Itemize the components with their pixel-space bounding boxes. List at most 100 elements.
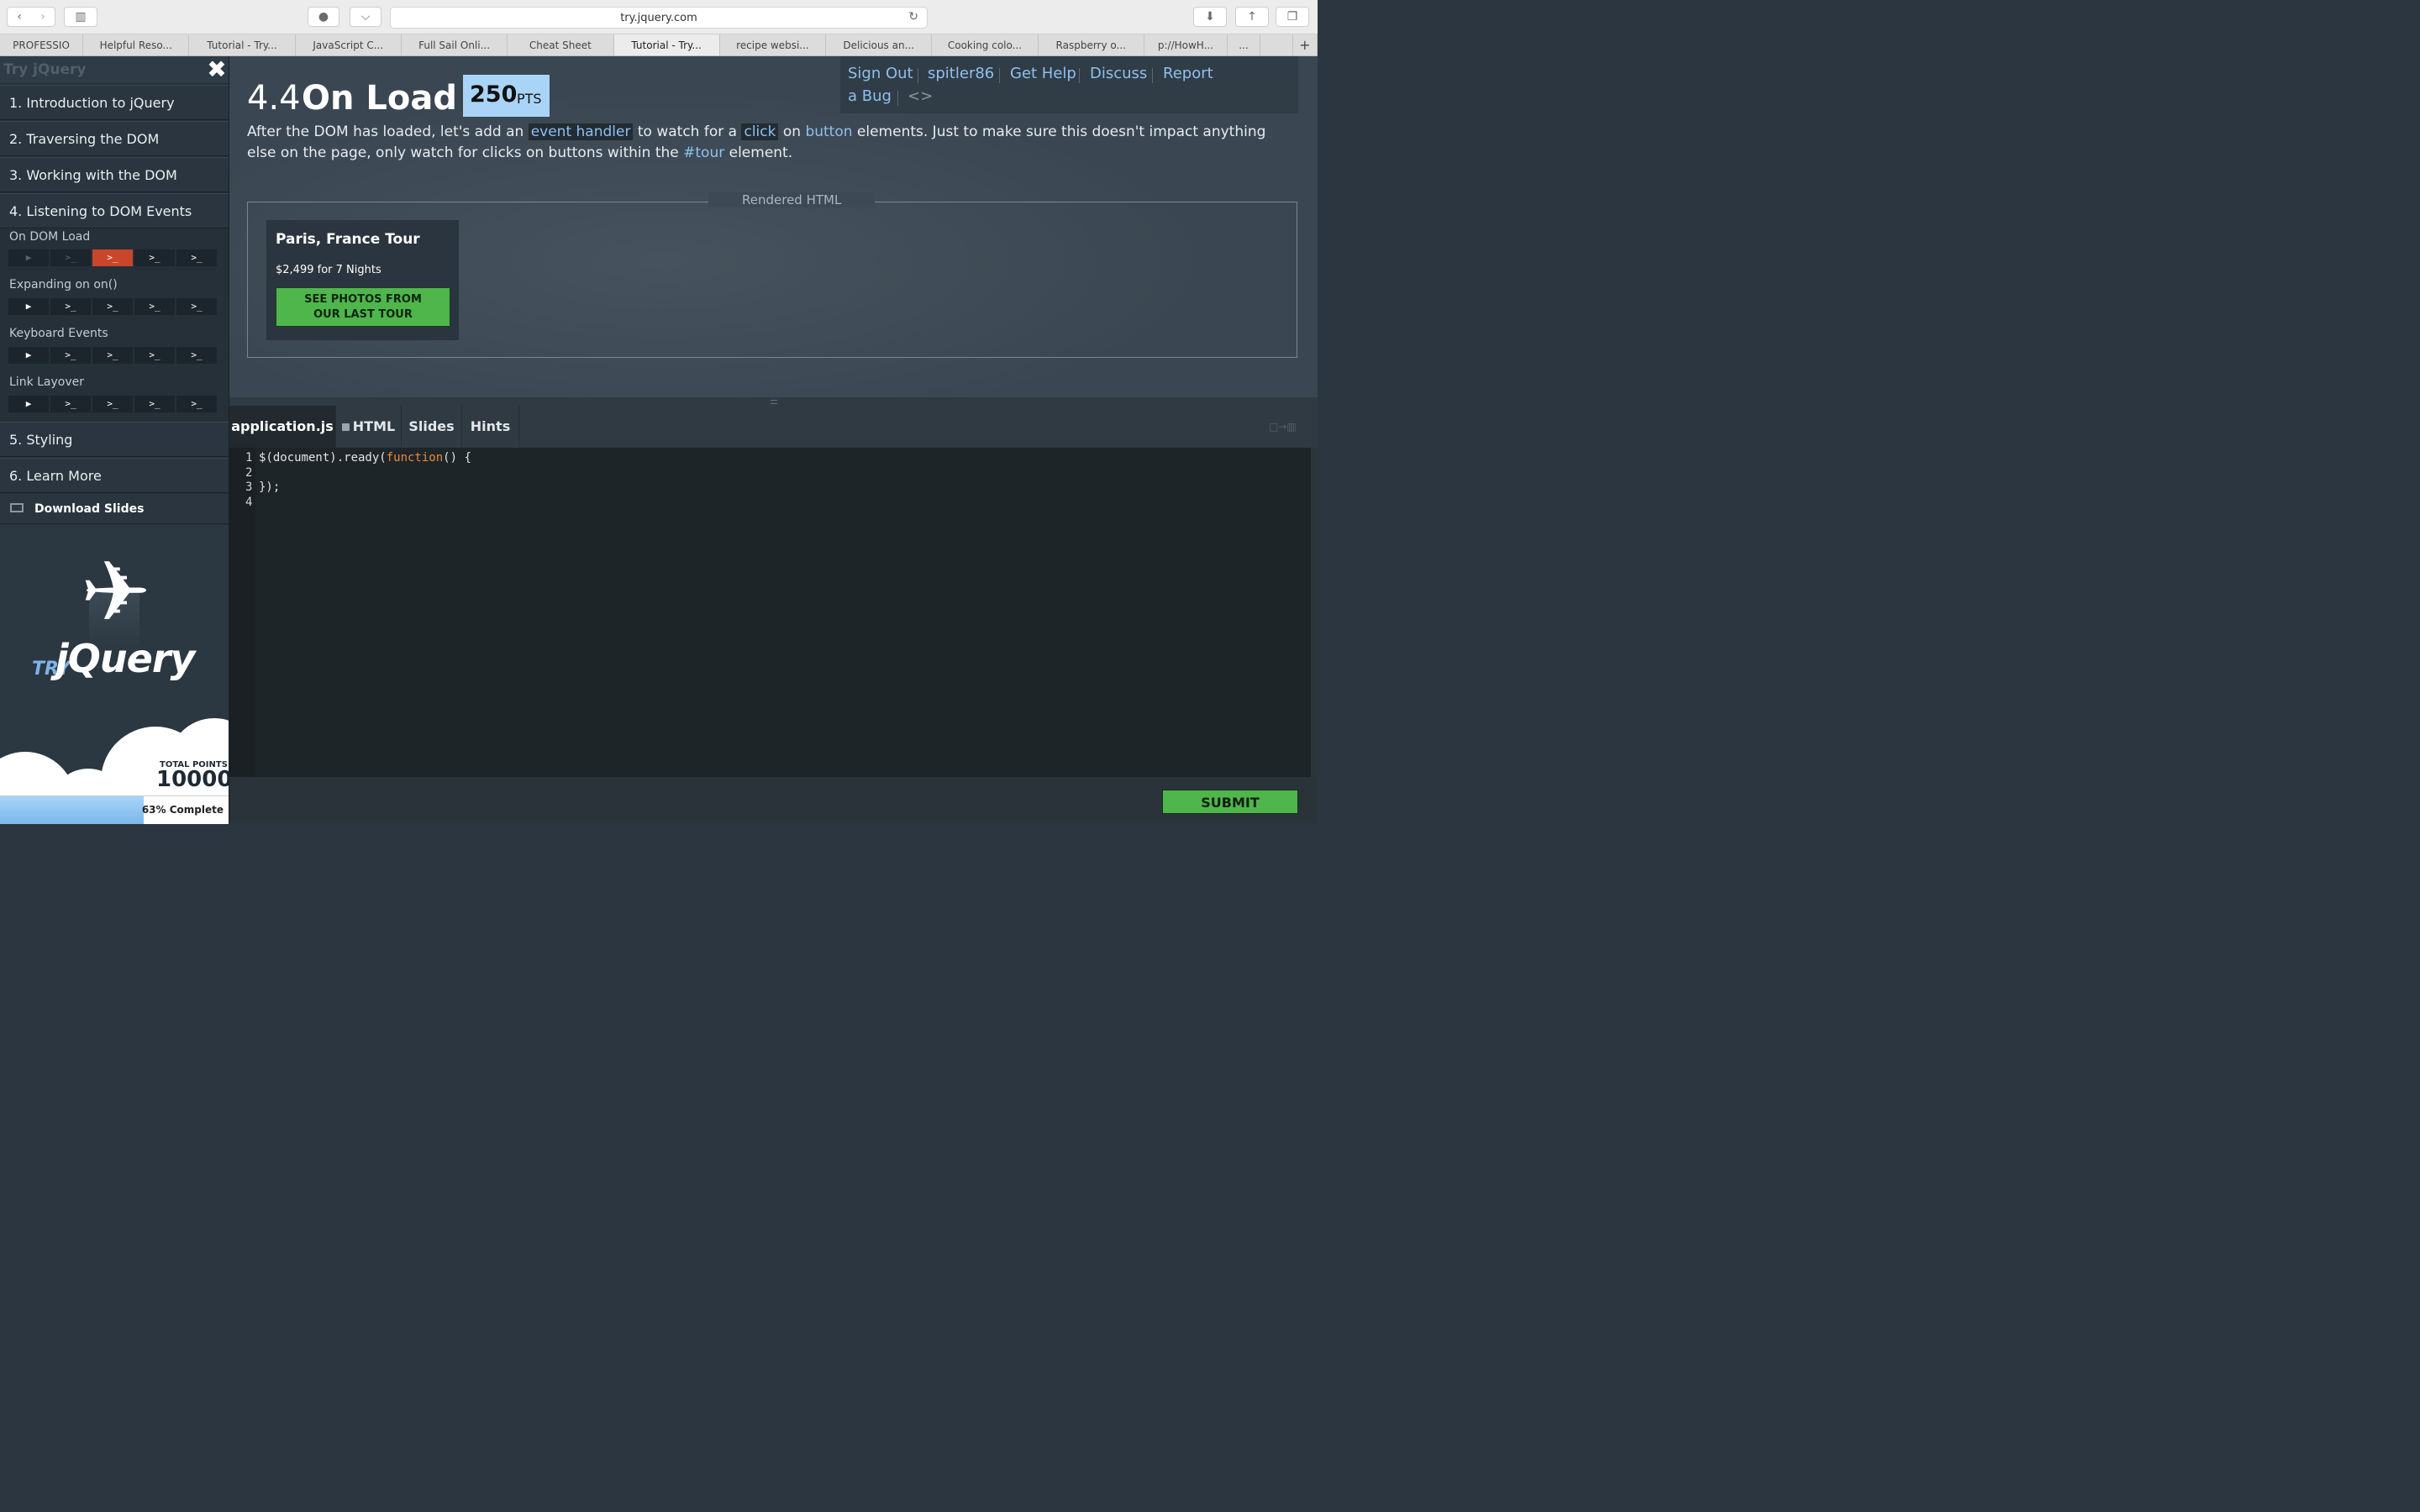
challenge-icon[interactable]: >_	[134, 347, 175, 364]
sidebar-item-traversing[interactable]: 2. Traversing the DOM	[0, 121, 229, 156]
nav-divider	[1152, 68, 1153, 83]
challenge-instructions: After the DOM has loaded, let's add an e…	[247, 122, 1297, 164]
tab-slides[interactable]: Slides	[402, 406, 462, 448]
click-link[interactable]: click	[741, 123, 779, 140]
tab-html[interactable]: HTML	[336, 406, 402, 448]
editor-scrollbar[interactable]	[1311, 448, 1318, 777]
downloads-icon[interactable]: ⬇	[1193, 7, 1227, 27]
progress-text: 63% Complete	[141, 804, 224, 816]
browser-tab[interactable]: Full Sail Onli...	[402, 34, 508, 55]
browser-tab-spacer	[1260, 34, 1293, 55]
address-bar[interactable]: try.jquery.com ↻	[390, 7, 928, 29]
challenge-icon[interactable]: >_	[92, 298, 133, 315]
play-icon[interactable]: ▶	[8, 396, 49, 412]
sidebar-item-introduction[interactable]: 1. Introduction to jQuery	[0, 85, 229, 120]
line-number: 3	[245, 480, 253, 494]
see-photos-line2: OUR LAST TOUR	[313, 308, 413, 321]
play-icon[interactable]: ▶	[8, 347, 49, 364]
download-slides-button[interactable]: Download Slides	[0, 494, 229, 524]
url-text: try.jquery.com	[620, 11, 697, 24]
challenge-icon[interactable]: >_	[50, 347, 91, 364]
see-photos-button[interactable]: SEE PHOTOS FROM OUR LAST TOUR	[276, 287, 450, 327]
logo-jquery: jQuery	[55, 636, 195, 681]
tabs-overview-icon[interactable]: ❐	[1276, 7, 1309, 27]
browser-tab[interactable]: recipe websi...	[720, 34, 827, 55]
subsection-link-layover[interactable]: Link Layover	[9, 375, 84, 389]
sidebar-item-listening-events[interactable]: 4. Listening to DOM Events	[0, 193, 229, 228]
report-bug-link-cont[interactable]: a Bug	[848, 87, 892, 105]
instr-text: to watch for a	[633, 123, 742, 140]
points-value: 250	[470, 81, 518, 108]
sidebar-item-styling[interactable]: 5. Styling	[0, 422, 229, 457]
editor-footer: SUBMIT	[229, 777, 1318, 823]
subsection-expanding-on[interactable]: Expanding on on()	[9, 278, 118, 291]
challenge-icon[interactable]: >_	[50, 298, 91, 315]
close-icon[interactable]: ✖	[207, 58, 227, 81]
tour-keyword: #tour	[683, 144, 725, 161]
browser-tab[interactable]: Helpful Reso...	[83, 34, 190, 55]
sign-out-link[interactable]: Sign Out	[848, 65, 913, 82]
sidebar-toggle-icon[interactable]: ▥	[64, 7, 97, 27]
expand-editor-icon[interactable]: □→▥	[1269, 421, 1297, 433]
reload-icon[interactable]: ↻	[908, 10, 918, 24]
challenge-icon[interactable]: >_	[134, 396, 175, 412]
report-bug-link[interactable]: Report	[1163, 65, 1213, 82]
forward-icon[interactable]: ›	[31, 10, 55, 24]
challenge-icon-current[interactable]: >_	[92, 249, 133, 266]
challenge-icon[interactable]: >_	[176, 249, 217, 266]
instr-text: on	[778, 123, 806, 140]
see-photos-line1: SEE PHOTOS FROM	[304, 293, 422, 306]
browser-tab[interactable]: Tutorial - Try...	[189, 34, 296, 55]
get-help-link[interactable]: Get Help	[1010, 65, 1076, 82]
code-editor[interactable]: 1 2 3 4 $(document).ready(function() { }…	[229, 448, 1318, 777]
pane-resize-handle[interactable]	[229, 397, 1318, 406]
discuss-link[interactable]: Discuss	[1090, 65, 1147, 82]
rendered-html-label: Rendered HTML	[708, 192, 876, 207]
challenge-icon[interactable]: >_	[176, 396, 217, 412]
code-icon[interactable]: <>	[908, 87, 933, 105]
browser-tab[interactable]: Cooking colo...	[932, 34, 1039, 55]
subsection-on-dom-load[interactable]: On DOM Load	[9, 230, 90, 244]
browser-tab[interactable]: PROFESSIO	[0, 34, 84, 55]
browser-tab[interactable]: p://HowH...	[1144, 34, 1228, 55]
back-forward-buttons[interactable]: ‹ ›	[7, 7, 55, 27]
sidebar-item-learn-more[interactable]: 6. Learn More	[0, 458, 229, 493]
browser-tab-active[interactable]: Tutorial - Try...	[613, 34, 720, 55]
challenge-icon[interactable]: >_	[176, 298, 217, 315]
sidebar-item-working-dom[interactable]: 3. Working with the DOM	[0, 157, 229, 192]
browser-tab[interactable]: Cheat Sheet	[508, 34, 614, 55]
browser-tab[interactable]: Raspberry o...	[1039, 34, 1144, 55]
back-icon[interactable]: ‹	[8, 10, 31, 24]
challenge-icon[interactable]: >_	[134, 249, 175, 266]
submit-button[interactable]: SUBMIT	[1162, 790, 1298, 814]
download-slides-label: Download Slides	[34, 502, 145, 516]
code-line-3[interactable]: });	[259, 480, 280, 494]
pocket-icon[interactable]: ⌵	[350, 7, 381, 27]
play-icon[interactable]: ▶	[8, 298, 49, 315]
share-icon[interactable]: ↑	[1235, 7, 1269, 27]
nav-divider	[999, 68, 1000, 83]
browser-tab[interactable]: Delicious an...	[826, 34, 933, 55]
grammarly-icon[interactable]: ●	[308, 7, 339, 27]
tab-hints[interactable]: Hints	[462, 406, 519, 448]
total-points-value: 10000	[156, 767, 229, 792]
challenge-icon[interactable]: >_	[92, 347, 133, 364]
subsection-keyboard-events[interactable]: Keyboard Events	[9, 327, 108, 340]
course-progress-bar: 63% Complete	[0, 795, 229, 824]
new-tab-button[interactable]: +	[1293, 34, 1318, 55]
challenge-icon[interactable]: >_	[92, 396, 133, 412]
challenge-icon[interactable]: >_	[50, 249, 91, 266]
sidebar-header: Try jQuery ✖	[0, 56, 229, 83]
browser-tab-overflow[interactable]: ...	[1228, 34, 1260, 55]
code-line-1[interactable]: $(document).ready(function() {	[259, 451, 471, 465]
play-icon[interactable]: ▶	[8, 249, 49, 266]
level-buttons-expanding-on: ▶ >_ >_ >_ >_	[8, 298, 217, 315]
event-handler-link[interactable]: event handler	[528, 123, 634, 140]
challenge-icon[interactable]: >_	[176, 347, 217, 364]
instr-text: element.	[724, 144, 793, 161]
username-link[interactable]: spitler86	[928, 65, 994, 82]
challenge-icon[interactable]: >_	[50, 396, 91, 412]
challenge-icon[interactable]: >_	[134, 298, 175, 315]
browser-tab[interactable]: JavaScript C...	[296, 34, 402, 55]
tab-application-js[interactable]: application.js	[229, 406, 336, 448]
